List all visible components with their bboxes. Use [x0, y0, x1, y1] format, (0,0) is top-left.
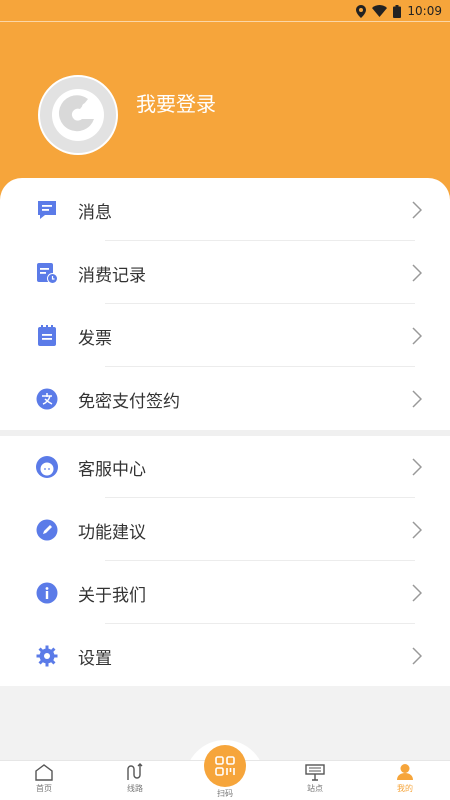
gear-icon: [35, 644, 59, 668]
customer-service-icon: [35, 455, 59, 479]
row-divider: [105, 240, 415, 241]
station-icon: [305, 764, 325, 781]
menu-item-invoice[interactable]: 发票: [0, 305, 450, 367]
message-icon: [35, 198, 59, 222]
chevron-right-icon: [410, 458, 424, 476]
chevron-right-icon: [410, 584, 424, 602]
menu-item-label: 关于我们: [78, 585, 146, 606]
nav-label-scan: 扫码: [217, 789, 233, 798]
avatar[interactable]: [38, 75, 118, 155]
battery-icon: [393, 4, 402, 18]
location-icon: [356, 4, 367, 18]
menu-item-label: 消息: [78, 202, 112, 223]
records-icon: [35, 261, 59, 285]
nav-label: 我的: [397, 784, 413, 793]
menu-item-consumption-records[interactable]: 消费记录: [0, 242, 450, 304]
row-divider: [105, 497, 415, 498]
status-time: 10:09: [407, 4, 442, 18]
nav-mine[interactable]: 我的: [375, 763, 435, 800]
profile-icon: [397, 764, 413, 780]
chevron-right-icon: [410, 390, 424, 408]
chevron-right-icon: [410, 521, 424, 539]
row-divider: [105, 560, 415, 561]
wifi-icon: [372, 5, 388, 17]
menu-item-password-free-pay[interactable]: 免密支付签约: [0, 368, 450, 430]
login-link[interactable]: 我要登录: [136, 88, 216, 117]
menu-item-messages[interactable]: 消息: [0, 179, 450, 241]
password-free-pay-icon: [35, 387, 59, 411]
row-divider: [105, 623, 415, 624]
menu-item-label: 功能建议: [78, 522, 146, 543]
menu-item-label: 客服中心: [78, 459, 146, 480]
menu-item-about-us[interactable]: 关于我们: [0, 562, 450, 624]
home-icon: [35, 764, 53, 781]
menu-item-customer-service[interactable]: 客服中心: [0, 436, 450, 498]
suggestion-pencil-icon: [35, 518, 59, 542]
status-divider: [0, 21, 450, 22]
invoice-icon: [35, 324, 59, 348]
nav-label: 首页: [36, 784, 52, 793]
chevron-right-icon: [410, 647, 424, 665]
menu-item-suggestions[interactable]: 功能建议: [0, 499, 450, 561]
nav-home[interactable]: 首页: [14, 763, 74, 800]
row-divider: [105, 303, 415, 304]
chevron-right-icon: [410, 327, 424, 345]
nav-label: 站点: [307, 784, 323, 793]
status-bar: 10:09: [0, 0, 450, 22]
chevron-right-icon: [410, 201, 424, 219]
menu-item-label: 发票: [78, 328, 112, 349]
nav-label: 线路: [127, 784, 143, 793]
nav-station[interactable]: 站点: [285, 763, 345, 800]
menu-item-label: 消费记录: [78, 265, 146, 286]
chevron-right-icon: [410, 264, 424, 282]
scan-button[interactable]: [204, 745, 246, 787]
info-icon: [35, 581, 59, 605]
avatar-logo-icon: [52, 89, 104, 141]
route-icon: [127, 763, 143, 780]
scan-icon: [215, 756, 235, 776]
menu-item-label: 设置: [78, 648, 112, 669]
nav-route[interactable]: 线路: [105, 763, 165, 800]
row-divider: [105, 366, 415, 367]
menu-item-settings[interactable]: 设置: [0, 625, 450, 687]
menu-item-label: 免密支付签约: [78, 391, 180, 412]
